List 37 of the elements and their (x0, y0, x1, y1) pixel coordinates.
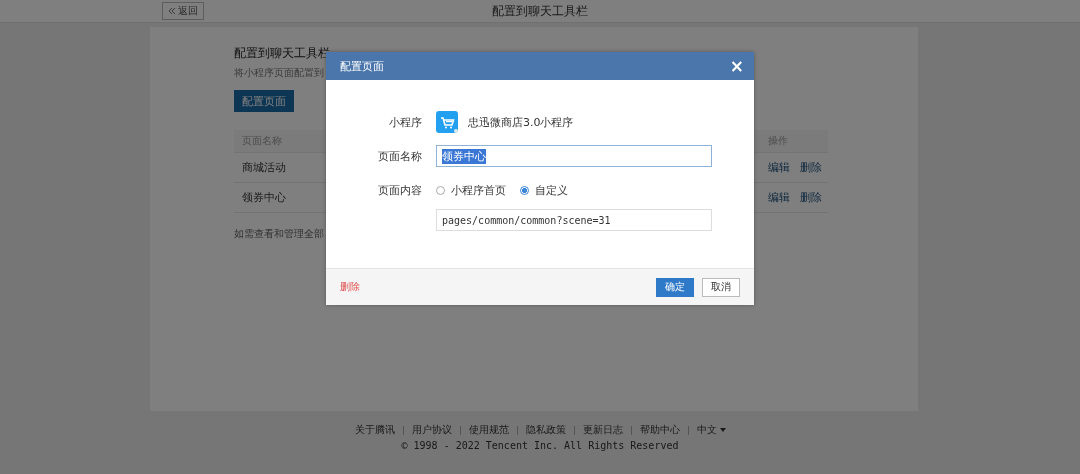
page-name-field[interactable]: 领券中心 (436, 145, 712, 167)
action-link[interactable]: 编辑 (768, 160, 790, 175)
footer-link[interactable]: 使用规范 (468, 423, 509, 437)
radio-button[interactable] (520, 185, 529, 195)
section-title: 配置到聊天工具栏 (234, 45, 331, 62)
action-link[interactable]: 删除 (800, 160, 822, 175)
cancel-button[interactable]: 取消 (702, 277, 740, 297)
page-title: 配置到聊天工具栏 (492, 2, 588, 20)
footer-link[interactable]: 用户协议 (411, 423, 452, 437)
footer-link[interactable]: 更新日志 (582, 423, 623, 437)
configure-page-button[interactable]: 配置页面 (234, 90, 294, 112)
form-label: 小程序 (388, 114, 423, 130)
delete-link[interactable]: 删除 (340, 280, 360, 294)
double-chevron-icon (168, 7, 176, 15)
action-link[interactable]: 编辑 (768, 190, 790, 205)
action-link[interactable]: 删除 (800, 190, 822, 205)
radio-button[interactable] (436, 185, 445, 195)
table-cell-text: 商城活动 (241, 160, 287, 175)
dialog-title: 配置页面 (340, 58, 384, 74)
table-cell-text: 领券中心 (241, 190, 287, 205)
radio-label[interactable]: 小程序首页 (451, 182, 506, 198)
footer-link[interactable]: 中文 (696, 423, 726, 437)
path-field[interactable]: pages/common/common?scene=31 (436, 209, 712, 231)
form-label: 页面内容 (377, 182, 423, 198)
note-text: 如需查看和管理全部 (234, 227, 324, 241)
close-button[interactable]: × (729, 57, 744, 75)
app-name: 忠迅微商店3.0小程序 (468, 114, 574, 130)
footer-link[interactable]: 隐私政策 (525, 423, 566, 437)
copyright-text: © 1998 - 2022 Tencent Inc. All Rights Reserved (400, 440, 680, 451)
footer-link[interactable]: 帮助中心 (639, 423, 680, 437)
back-button[interactable]: 返回 (162, 2, 204, 20)
confirm-button[interactable]: 确定 (656, 277, 694, 297)
cart-icon (436, 111, 458, 133)
radio-label[interactable]: 自定义 (535, 182, 568, 198)
caret-icon (719, 428, 726, 432)
footer-link[interactable]: 关于腾讯 (354, 423, 395, 437)
form-label: 页面名称 (377, 148, 423, 164)
